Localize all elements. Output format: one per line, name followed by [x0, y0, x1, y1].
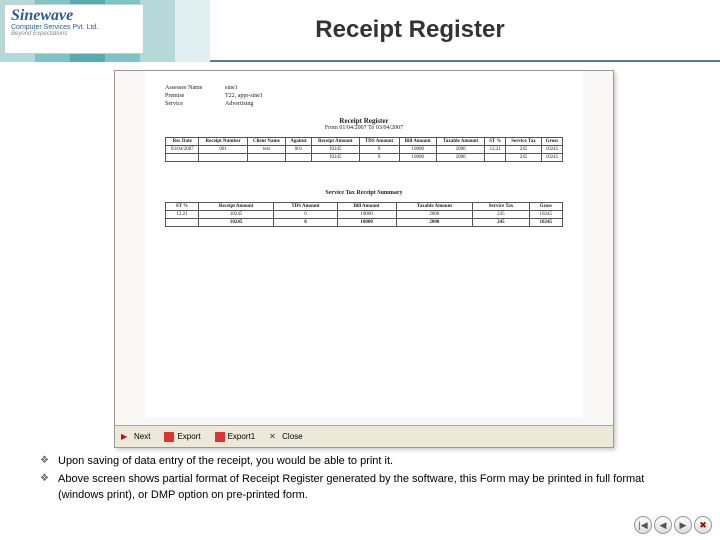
export-icon: [164, 432, 174, 442]
next-button[interactable]: ▶Next: [121, 432, 150, 442]
bullet-icon: ❖: [40, 472, 58, 503]
bullet-list: ❖Upon saving of data entry of the receip…: [40, 454, 690, 506]
nav-next-button[interactable]: ▶: [674, 516, 692, 534]
report-document: Assessee Namesine1 PremiseT22, appr-sine…: [145, 71, 583, 417]
premise-extra: , appr-sine1: [235, 93, 263, 99]
assessee-value: sine1: [225, 85, 238, 91]
export-icon: [215, 432, 225, 442]
arrow-right-icon: ▶: [121, 432, 131, 442]
logo-sub: Computer Services Pvt. Ltd.: [11, 24, 137, 31]
premise-value: T22: [225, 93, 235, 99]
table-row: 03/04/2007001test00110245010000200012.21…: [166, 146, 563, 154]
summary-title: Service Tax Receipt Summary: [165, 190, 563, 196]
logo: Sinewave Computer Services Pvt. Ltd. Bey…: [4, 4, 144, 54]
preview-toolbar: ▶Next Export Export1 ✕Close: [115, 425, 613, 447]
list-item: ❖Above screen shows partial format of Re…: [40, 472, 690, 503]
list-item: ❖Upon saving of data entry of the receip…: [40, 454, 690, 469]
table-row: 10245010000200024510245: [166, 154, 563, 162]
table-row: 10245010000200024510245: [166, 219, 563, 227]
export1-button[interactable]: Export1: [215, 432, 256, 442]
slide-nav: |◀ ◀ ▶ ✖: [634, 516, 712, 534]
nav-prev-button[interactable]: ◀: [654, 516, 672, 534]
service-label: Service: [165, 101, 225, 107]
summary-table: ST %Receipt AmountTDS AmountBill AmountT…: [165, 202, 563, 227]
service-value: Advertising: [225, 101, 253, 107]
register-table: Rec DateReceipt NumberClient NameAgainst…: [165, 137, 563, 162]
export-button[interactable]: Export: [164, 432, 200, 442]
logo-name: Sinewave: [11, 8, 137, 24]
premise-label: Premise: [165, 93, 225, 99]
slide-header: Sinewave Computer Services Pvt. Ltd. Bey…: [0, 0, 720, 62]
table-row: 12.2110245010000200024510245: [166, 211, 563, 219]
report-preview-window: Assessee Namesine1 PremiseT22, appr-sine…: [114, 70, 614, 448]
logo-tagline: Beyond Expectations: [11, 31, 137, 37]
nav-close-button[interactable]: ✖: [694, 516, 712, 534]
close-icon: ✕: [269, 432, 279, 442]
assessee-label: Assessee Name: [165, 85, 225, 91]
nav-first-button[interactable]: |◀: [634, 516, 652, 534]
report-subtitle: From 01/04/2007 To 03/04/2007: [165, 125, 563, 131]
bullet-icon: ❖: [40, 454, 58, 469]
close-button[interactable]: ✕Close: [269, 432, 302, 442]
report-title: Receipt Register: [165, 117, 563, 125]
